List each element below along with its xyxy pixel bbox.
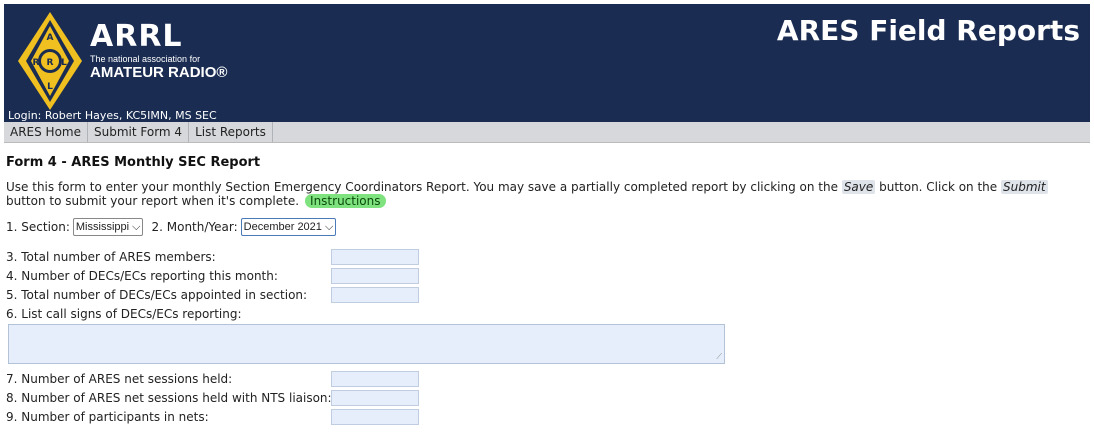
field-row-q5: 5. Total number of DECs/ECs appointed in… <box>6 286 1088 303</box>
brand-subtitle: AMATEUR RADIO® <box>90 64 228 81</box>
brand-name: ARRL <box>90 19 183 54</box>
login-status: Login: Robert Hayes, KC5IMN, MS SEC <box>8 109 217 122</box>
nav-list-reports[interactable]: List Reports <box>189 122 273 142</box>
q7-input[interactable] <box>331 370 419 387</box>
main-content: Form 4 - ARES Monthly SEC Report Use thi… <box>0 155 1094 425</box>
svg-text:L: L <box>61 58 67 68</box>
month-label: 2. Month/Year: <box>151 220 238 234</box>
month-value: December 2021 <box>243 220 322 233</box>
section-label: 1. Section: <box>6 220 70 234</box>
month-select[interactable]: December 2021 ⌵ <box>240 218 337 236</box>
q4-input[interactable] <box>331 267 419 284</box>
arrl-diamond-logo: A R L L R <box>18 12 82 110</box>
section-value: Mississippi <box>75 220 130 233</box>
q8-input[interactable] <box>331 389 419 406</box>
q9-input[interactable] <box>331 408 419 425</box>
brand-tagline: The national association for <box>90 54 201 64</box>
submit-word: Submit <box>1000 180 1048 194</box>
field-row-q3: 3. Total number of ARES members: <box>6 248 1088 265</box>
section-month-row: 1. Section: Mississippi ⌵ 2. Month/Year:… <box>6 218 1088 236</box>
q5-label: 5. Total number of DECs/ECs appointed in… <box>6 287 308 302</box>
chevron-down-icon: ⌵ <box>132 220 141 233</box>
form-intro: Use this form to enter your monthly Sect… <box>6 180 1088 208</box>
q3-input[interactable] <box>331 248 419 265</box>
field-row-q8: 8. Number of ARES net sessions held with… <box>6 389 1088 406</box>
instructions-button[interactable]: Instructions <box>305 194 386 208</box>
svg-text:R: R <box>33 58 40 68</box>
q8-label: 8. Number of ARES net sessions held with… <box>6 390 332 405</box>
save-word: Save <box>841 180 876 194</box>
q4-label: 4. Number of DECs/ECs reporting this mon… <box>6 268 278 283</box>
intro-text-1: Use this form to enter your monthly Sect… <box>6 180 842 194</box>
field-row-q7: 7. Number of ARES net sessions held: <box>6 370 1088 387</box>
resize-grip-icon[interactable]: ⟋ <box>716 352 722 362</box>
svg-text:R: R <box>47 58 54 68</box>
q7-label: 7. Number of ARES net sessions held: <box>6 371 233 386</box>
svg-text:L: L <box>47 82 53 92</box>
field-row-q4: 4. Number of DECs/ECs reporting this mon… <box>6 267 1088 284</box>
svg-text:A: A <box>47 33 54 43</box>
nav-bar: ARES Home Submit Form 4 List Reports <box>4 122 1090 143</box>
q6-label: 6. List call signs of DECs/ECs reporting… <box>6 306 242 321</box>
q3-label: 3. Total number of ARES members: <box>6 249 216 264</box>
chevron-down-icon: ⌵ <box>324 220 334 233</box>
field-row-q9: 9. Number of participants in nets: <box>6 408 1088 425</box>
intro-text-3: button to submit your report when it's c… <box>6 194 300 208</box>
section-select[interactable]: Mississippi ⌵ <box>72 218 144 236</box>
form-heading: Form 4 - ARES Monthly SEC Report <box>6 155 261 170</box>
q9-label: 9. Number of participants in nets: <box>6 409 209 424</box>
q5-input[interactable] <box>331 286 419 303</box>
page-header: A R L L R ARRL The national association … <box>4 4 1090 122</box>
intro-text-2: button. Click on the <box>875 180 1001 194</box>
field-row-q6: 6. List call signs of DECs/ECs reporting… <box>6 305 1088 322</box>
q6-textarea[interactable]: ⟋ <box>8 324 725 364</box>
page-title: ARES Field Reports <box>776 14 1080 47</box>
nav-submit-form4[interactable]: Submit Form 4 <box>88 122 190 142</box>
nav-ares-home[interactable]: ARES Home <box>4 122 88 142</box>
